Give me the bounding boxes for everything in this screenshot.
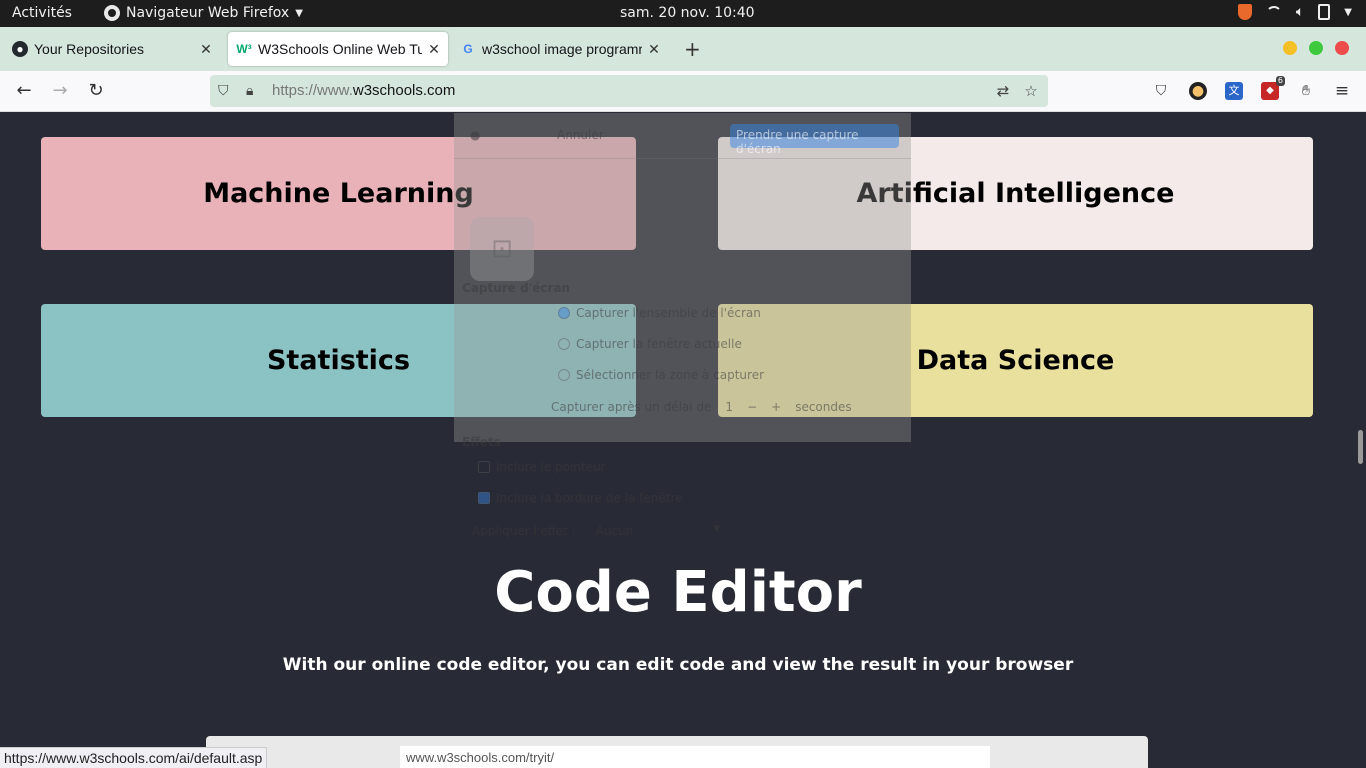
- option-label: Capturer la fenêtre actuelle: [576, 337, 742, 351]
- ublock-icon[interactable]: ◆ 6: [1261, 76, 1285, 100]
- battery-icon[interactable]: [1318, 4, 1331, 20]
- section-capture-heading: Capture d'écran: [462, 281, 571, 295]
- tab-label: w3school image programming: [482, 41, 642, 57]
- dialog-dot-icon: ●: [470, 128, 481, 142]
- window-close-button[interactable]: [1335, 41, 1349, 55]
- delay-value[interactable]: 1: [725, 400, 733, 414]
- close-icon[interactable]: ✕: [198, 41, 214, 57]
- checkbox-off-icon[interactable]: [478, 461, 490, 473]
- url-text[interactable]: https://www.w3schools.com: [272, 82, 455, 99]
- tracking-protection-icon[interactable]: ⛉: [218, 83, 229, 99]
- radio-off-icon[interactable]: [558, 369, 570, 381]
- close-icon[interactable]: ✕: [426, 41, 442, 57]
- w3schools-icon: W³: [236, 42, 252, 56]
- checkbox-on-icon[interactable]: [478, 492, 490, 504]
- github-icon: ●: [12, 41, 28, 57]
- close-icon[interactable]: ✕: [646, 41, 662, 57]
- include-border-checkbox[interactable]: Inclure la bordure de la fenêtre: [478, 491, 683, 505]
- extension-badge: 6: [1275, 76, 1285, 86]
- app-menu[interactable]: Navigateur Web Firefox ▼: [104, 5, 303, 21]
- url-host: w3schools.com: [352, 82, 456, 99]
- delay-label: Capturer après un délai de: [551, 400, 712, 414]
- google-icon: G: [463, 42, 473, 56]
- new-tab-button[interactable]: +: [684, 37, 701, 61]
- app-menu-label: Navigateur Web Firefox: [126, 5, 290, 21]
- url-prefix: https://www.: [272, 82, 353, 99]
- page-scrollbar[interactable]: [1358, 430, 1363, 464]
- chevron-down-icon: ▼: [295, 7, 303, 19]
- cancel-button[interactable]: Annuler: [557, 128, 604, 142]
- bookmark-star-icon[interactable]: ☆: [1022, 82, 1040, 100]
- minus-icon[interactable]: −: [747, 400, 757, 414]
- volume-icon[interactable]: 🔈︎: [1296, 4, 1304, 20]
- code-editor-preview: www.w3schools.com/tryit/: [206, 736, 1148, 768]
- pocket-icon[interactable]: ⛉: [1152, 82, 1170, 100]
- delay-row: Capturer après un délai de 1 − + seconde…: [551, 400, 852, 414]
- firefox-icon: [104, 5, 120, 21]
- option-select-area[interactable]: Sélectionner la zone à capturer: [558, 368, 764, 382]
- option-capture-window[interactable]: Capturer la fenêtre actuelle: [558, 337, 742, 351]
- include-pointer-checkbox[interactable]: Inclure le pointeur: [478, 460, 606, 474]
- maximize-button[interactable]: [1309, 41, 1323, 55]
- chevron-down-icon[interactable]: ▼: [713, 524, 720, 538]
- back-button[interactable]: ←: [13, 80, 35, 102]
- code-editor-title: Code Editor: [494, 560, 862, 625]
- apply-effect-label: Appliquer l'effet :: [472, 524, 576, 538]
- camera-icon: ⊡: [470, 217, 534, 281]
- radio-on-icon[interactable]: [558, 307, 570, 319]
- take-screenshot-button[interactable]: Prendre une capture d'écran: [730, 124, 899, 156]
- tab-w3schools[interactable]: W³ W3Schools Online Web Tutorials ✕: [228, 32, 448, 66]
- wifi-icon[interactable]: [1265, 6, 1282, 18]
- shield-icon[interactable]: [1237, 4, 1252, 20]
- plus-icon[interactable]: +: [771, 400, 781, 414]
- navigation-toolbar: ← → ↻ ⛉ 🔒︎ https://www.w3schools.com ⇄ ☆…: [0, 71, 1366, 112]
- lock-icon[interactable]: 🔒︎: [246, 83, 253, 99]
- status-bar-link: https://www.w3schools.com/ai/default.asp: [0, 747, 268, 768]
- activities-button[interactable]: Activités: [12, 5, 72, 21]
- chevron-down-icon[interactable]: ▼: [1344, 7, 1352, 18]
- system-tray[interactable]: 🔈︎ ▼: [1237, 4, 1352, 20]
- checkbox-label: Inclure la bordure de la fenêtre: [496, 491, 683, 505]
- translate-extension-icon[interactable]: 文: [1225, 82, 1243, 100]
- tab-your-repositories[interactable]: ● Your Repositories ✕: [8, 32, 220, 66]
- option-label: Sélectionner la zone à capturer: [576, 368, 765, 382]
- code-editor-address: www.w3schools.com/tryit/: [400, 746, 990, 768]
- reload-button[interactable]: ↻: [85, 80, 107, 102]
- code-editor-subtitle: With our online code editor, you can edi…: [282, 655, 1074, 675]
- address-bar[interactable]: ⛉ 🔒︎ https://www.w3schools.com ⇄ ☆: [210, 75, 1048, 107]
- clock[interactable]: sam. 20 nov. 10:40: [620, 5, 755, 21]
- section-effects-heading: Effets: [462, 435, 501, 449]
- tab-label: W3Schools Online Web Tutorials: [258, 41, 422, 57]
- apply-effect-row: Appliquer l'effet : Aucun ▼: [472, 524, 720, 538]
- option-capture-screen[interactable]: Capturer l'ensemble de l'écran: [558, 306, 761, 320]
- translate-page-icon[interactable]: ⇄: [994, 82, 1012, 100]
- option-label: Capturer l'ensemble de l'écran: [576, 306, 761, 320]
- hamburger-menu-icon[interactable]: ≡: [1333, 82, 1351, 100]
- profile-icon[interactable]: ●: [1189, 82, 1207, 100]
- tab-label: Your Repositories: [34, 41, 144, 57]
- minimize-button[interactable]: [1283, 41, 1297, 55]
- forward-button[interactable]: →: [49, 80, 71, 102]
- system-top-bar: Activités Navigateur Web Firefox ▼ sam. …: [0, 0, 1366, 27]
- gnome-extension-icon[interactable]: ✋︎: [1297, 82, 1315, 100]
- checkbox-label: Inclure le pointeur: [496, 460, 606, 474]
- tab-google-search[interactable]: G w3school image programming ✕: [456, 32, 668, 66]
- screenshot-dialog: ● Annuler Prendre une capture d'écran Ca…: [454, 113, 911, 505]
- dialog-header: ● Annuler Prendre une capture d'écran: [454, 113, 911, 159]
- delay-unit: secondes: [795, 400, 852, 414]
- effect-select[interactable]: Aucun: [596, 524, 634, 538]
- radio-off-icon[interactable]: [558, 338, 570, 350]
- tab-bar: ● Your Repositories ✕ W³ W3Schools Onlin…: [0, 27, 1366, 71]
